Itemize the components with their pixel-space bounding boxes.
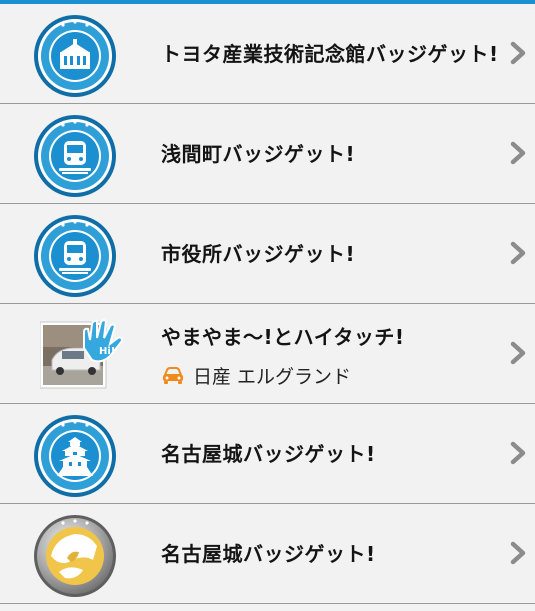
chevron-right-icon bbox=[510, 241, 526, 265]
list-item[interactable]: 名古屋城バッジゲット! bbox=[0, 504, 535, 604]
castle-silver-badge-icon bbox=[34, 515, 116, 597]
item-title: 名古屋城バッジゲット! bbox=[161, 542, 376, 566]
item-title: トヨタ産業技術記念館バッジゲット! bbox=[161, 42, 499, 66]
car-icon bbox=[163, 366, 183, 384]
item-subtitle: 日産 エルグランド bbox=[161, 362, 351, 389]
chevron-right-icon bbox=[510, 141, 526, 165]
list-item[interactable]: 浅間町バッジゲット! bbox=[0, 104, 535, 204]
chevron-right-icon bbox=[510, 441, 526, 465]
high-five-photo: Hi! bbox=[40, 319, 124, 389]
item-title: 浅間町バッジゲット! bbox=[161, 142, 356, 166]
chevron-right-icon bbox=[510, 341, 526, 365]
train-badge-icon bbox=[34, 215, 116, 297]
chevron-right-icon bbox=[510, 541, 526, 565]
list-item[interactable]: 名古屋城バッジゲット! bbox=[0, 404, 535, 504]
item-title: 名古屋城バッジゲット! bbox=[161, 442, 376, 466]
list-item[interactable]: トヨタ産業技術記念館バッジゲット! bbox=[0, 4, 535, 104]
chevron-right-icon bbox=[510, 41, 526, 65]
activity-list: トヨタ産業技術記念館バッジゲット! 浅間町バッジゲット! 市役所バッジゲット! … bbox=[0, 4, 535, 604]
item-title: 市役所バッジゲット! bbox=[161, 242, 356, 266]
castle-badge-icon bbox=[34, 415, 116, 497]
item-title: やまやま～!とハイタッチ! bbox=[161, 325, 405, 349]
list-item[interactable]: 市役所バッジゲット! bbox=[0, 204, 535, 304]
train-badge-icon bbox=[34, 115, 116, 197]
car-name: 日産 エルグランド bbox=[193, 366, 352, 388]
list-item[interactable]: Hi! やまやま～!とハイタッチ! 日産 エルグランド bbox=[0, 304, 535, 404]
museum-badge-icon bbox=[34, 15, 116, 97]
hi-badge-text: Hi! bbox=[99, 346, 115, 357]
